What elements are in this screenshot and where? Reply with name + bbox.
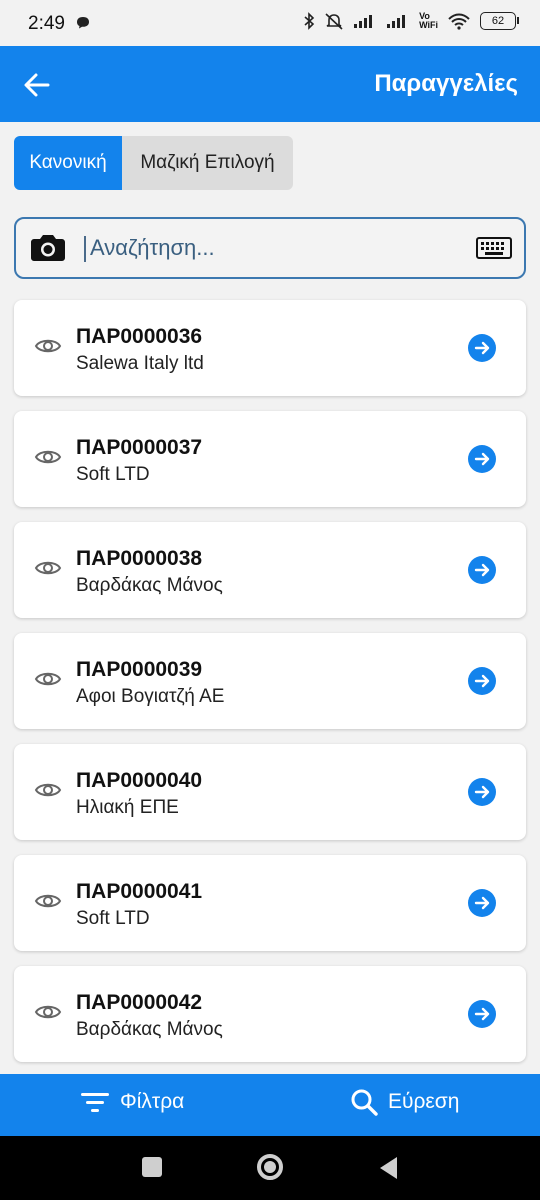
order-card[interactable]: ΠΑΡ0000041 Soft LTD [14, 855, 526, 951]
order-code: ΠΑΡ0000038 [76, 547, 203, 570]
order-card[interactable]: ΠΑΡ0000038 Βαρδάκας Μάνος [14, 522, 526, 618]
order-customer: Βαρδάκας Μάνος [76, 575, 223, 596]
order-code: ΠΑΡ0000036 [76, 325, 203, 348]
search-icon [351, 1089, 378, 1116]
order-card[interactable]: ΠΑΡ0000036 Salewa Italy ltd [14, 300, 526, 396]
bluetooth-icon [304, 12, 315, 30]
order-customer: Βαρδάκας Μάνος [76, 1019, 223, 1040]
eye-icon[interactable] [34, 447, 62, 467]
arrow-right-circle-icon[interactable] [468, 778, 496, 806]
eye-icon[interactable] [34, 669, 62, 689]
home-button[interactable] [257, 1154, 283, 1180]
find-button[interactable]: Εύρεση [350, 1088, 459, 1116]
status-icons: Vo WiFi 62 [303, 12, 519, 30]
keyboard-icon[interactable] [476, 237, 512, 259]
mode-selector: Κανονική Μαζική Επιλογή [14, 136, 293, 190]
order-customer: Soft LTD [76, 908, 150, 929]
order-customer: Ηλιακή ΕΠΕ [76, 797, 179, 818]
tab-normal[interactable]: Κανονική [14, 136, 122, 190]
arrow-right-circle-icon[interactable] [468, 1000, 496, 1028]
filter-icon [81, 1093, 109, 1112]
order-card[interactable]: ΠΑΡ0000040 Ηλιακή ΕΠΕ [14, 744, 526, 840]
eye-icon[interactable] [34, 1002, 62, 1022]
filters-button[interactable]: Φίλτρα [80, 1090, 184, 1114]
text-caret [84, 236, 86, 262]
eye-icon[interactable] [34, 336, 62, 356]
page-title: Παραγγελίες [374, 70, 518, 97]
battery-level: 62 [491, 15, 505, 27]
camera-icon[interactable] [30, 232, 66, 262]
order-customer: Soft LTD [76, 464, 150, 485]
order-customer: Salewa Italy ltd [76, 353, 204, 374]
mute-bell-icon [325, 13, 343, 30]
chat-notification-icon [77, 17, 89, 29]
arrow-right-circle-icon[interactable] [468, 889, 496, 917]
arrow-right-circle-icon[interactable] [468, 667, 496, 695]
order-code: ΠΑΡ0000039 [76, 658, 203, 681]
bottom-action-bar: Φίλτρα Εύρεση [0, 1074, 540, 1136]
arrow-right-circle-icon[interactable] [468, 556, 496, 584]
tab-bulk-selection[interactable]: Μαζική Επιλογή [122, 136, 293, 190]
order-code: ΠΑΡ0000037 [76, 436, 203, 459]
system-nav-bar [0, 1136, 540, 1200]
search-input[interactable] [88, 227, 472, 269]
order-code: ΠΑΡ0000040 [76, 769, 203, 792]
wifi-icon [448, 13, 470, 30]
signal-icon [354, 15, 373, 28]
order-code: ΠΑΡ0000042 [76, 991, 203, 1014]
vowifi-bottom: WiFi [419, 20, 438, 30]
recents-button[interactable] [142, 1157, 162, 1177]
battery-indicator: 62 [480, 12, 519, 30]
back-triangle-icon[interactable] [378, 1156, 398, 1180]
eye-icon[interactable] [34, 891, 62, 911]
order-card[interactable]: ΠΑΡ0000042 Βαρδάκας Μάνος [14, 966, 526, 1062]
arrow-right-circle-icon[interactable] [468, 445, 496, 473]
find-label: Εύρεση [388, 1090, 460, 1113]
arrow-left-icon[interactable] [22, 70, 52, 100]
order-card[interactable]: ΠΑΡ0000037 Soft LTD [14, 411, 526, 507]
eye-icon[interactable] [34, 558, 62, 578]
app-header: Παραγγελίες [0, 46, 540, 122]
signal-icon-2 [387, 15, 406, 28]
order-code: ΠΑΡ0000041 [76, 880, 203, 903]
vowifi-indicator: Vo WiFi [419, 12, 438, 30]
filters-label: Φίλτρα [120, 1090, 185, 1113]
order-card[interactable]: ΠΑΡ0000039 Αφοι Βογιατζή ΑΕ [14, 633, 526, 729]
search-box [14, 217, 526, 279]
status-time: 2:49 [28, 13, 65, 34]
status-bar: 2:49 Vo WiFi 62 [0, 0, 540, 46]
eye-icon[interactable] [34, 780, 62, 800]
arrow-right-circle-icon[interactable] [468, 334, 496, 362]
order-customer: Αφοι Βογιατζή ΑΕ [76, 686, 225, 707]
